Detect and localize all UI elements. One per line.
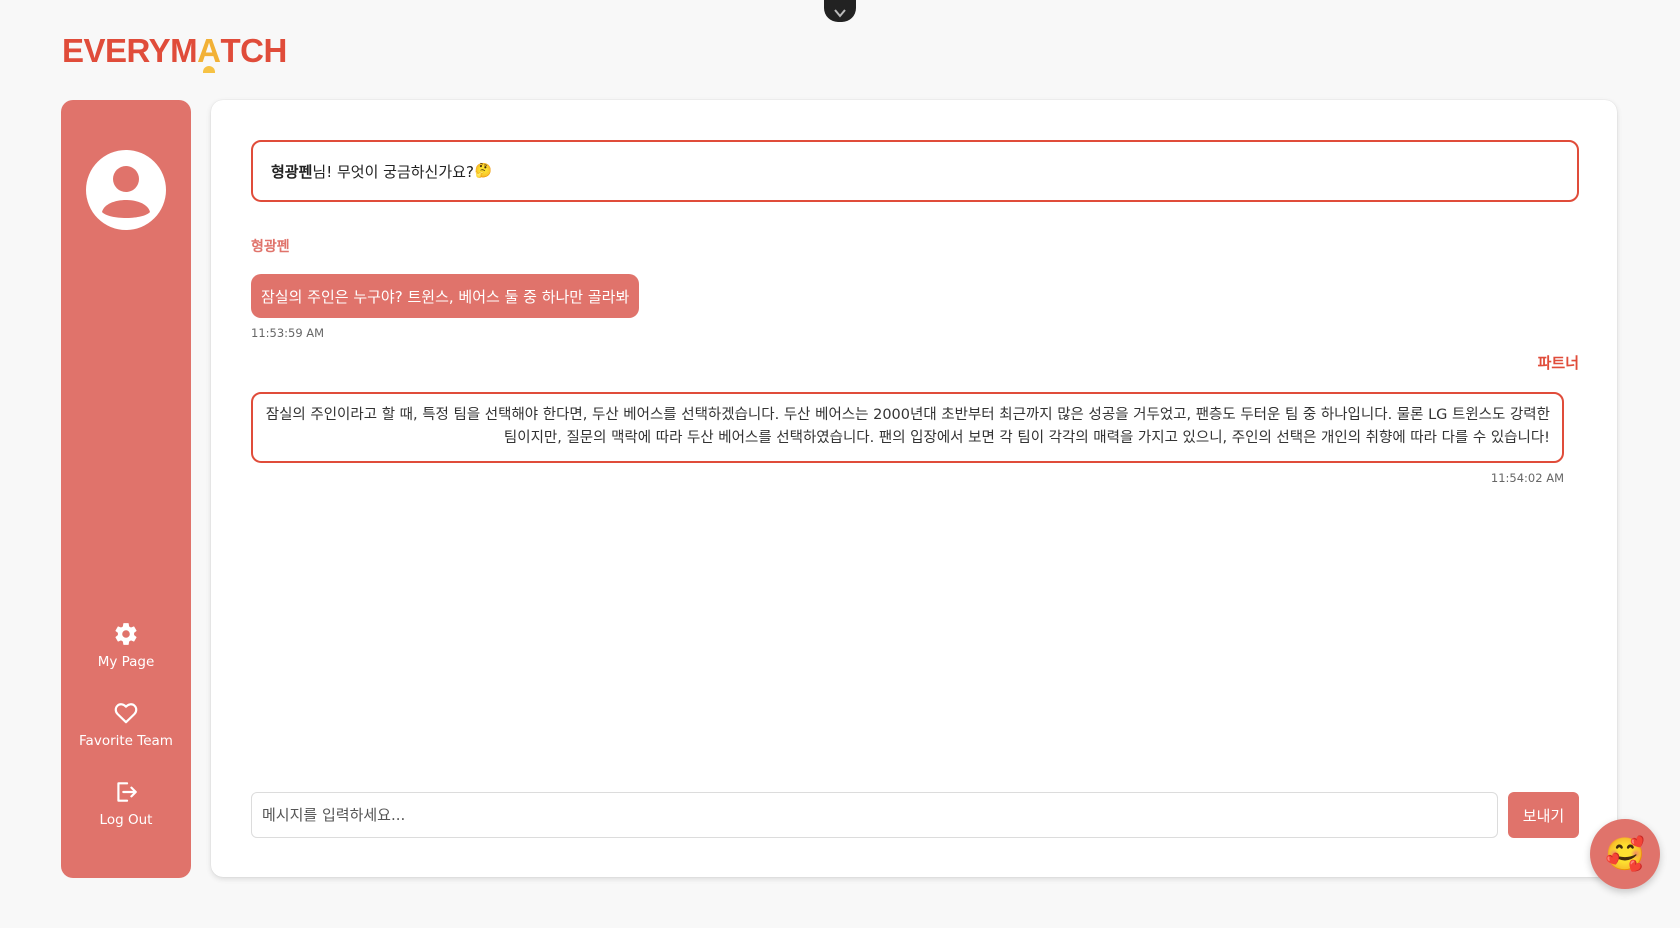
sidebar-item-my-page[interactable]: My Page [61,620,191,699]
avatar [86,150,166,230]
message-sender-partner: 파트너 [1537,354,1579,372]
gear-icon [112,620,140,648]
sidebar-item-log-out[interactable]: Log Out [61,778,191,857]
message-sender-user: 형광펜 [251,239,290,255]
greeting-text: 님! 무엇이 궁금하신가요? [312,162,474,181]
chat-panel: 형광펜 님! 무엇이 궁금하신가요? 🤔 형광펜 잠실의 주인은 누구야? 트윈스… [211,100,1617,877]
user-message-bubble: 잠실의 주인은 누구야? 트윈스, 베어스 둘 중 하나만 골라봐 [251,274,640,318]
logo-text-end: TCH [220,32,287,69]
everymatch-logo[interactable]: EVERYM A TCH [62,30,287,72]
message-timestamp-partner: 11:54:02 AM [1490,471,1564,485]
partner-message-bubble: 잠실의 주인이라고 할 때, 특정 팀을 선택해야 한다면, 두산 베어스를 선… [251,392,1564,463]
sidebar-nav: My Page Favorite Team Log Out [61,620,191,857]
message-timestamp-user: 11:53:59 AM [251,326,325,340]
sidebar-item-favorite-team[interactable]: Favorite Team [61,699,191,778]
chevron-down-icon [834,9,846,18]
sidebar-item-label: My Page [97,654,155,670]
smiling-face-hearts-icon: 🥰 [1605,835,1645,873]
heart-icon [112,699,140,727]
logo-text-accent: A [197,32,221,69]
logo-text-start: EVERYM [62,32,198,69]
logout-icon [112,778,140,806]
greeting-username: 형광펜 [271,162,313,181]
emoji-fab-button[interactable]: 🥰 [1590,819,1660,889]
message-composer: 보내기 [251,792,1579,838]
greeting-banner: 형광펜 님! 무엇이 궁금하신가요? 🤔 [251,140,1579,202]
sidebar-item-label: Favorite Team [79,733,173,749]
send-button[interactable]: 보내기 [1508,792,1579,838]
sidebar-item-label: Log Out [99,812,153,828]
message-input[interactable] [251,792,1498,838]
sidebar: My Page Favorite Team Log Out [61,100,191,878]
top-toggle-tab[interactable] [824,0,856,22]
thinking-emoji-icon: 🤔 [474,163,493,179]
